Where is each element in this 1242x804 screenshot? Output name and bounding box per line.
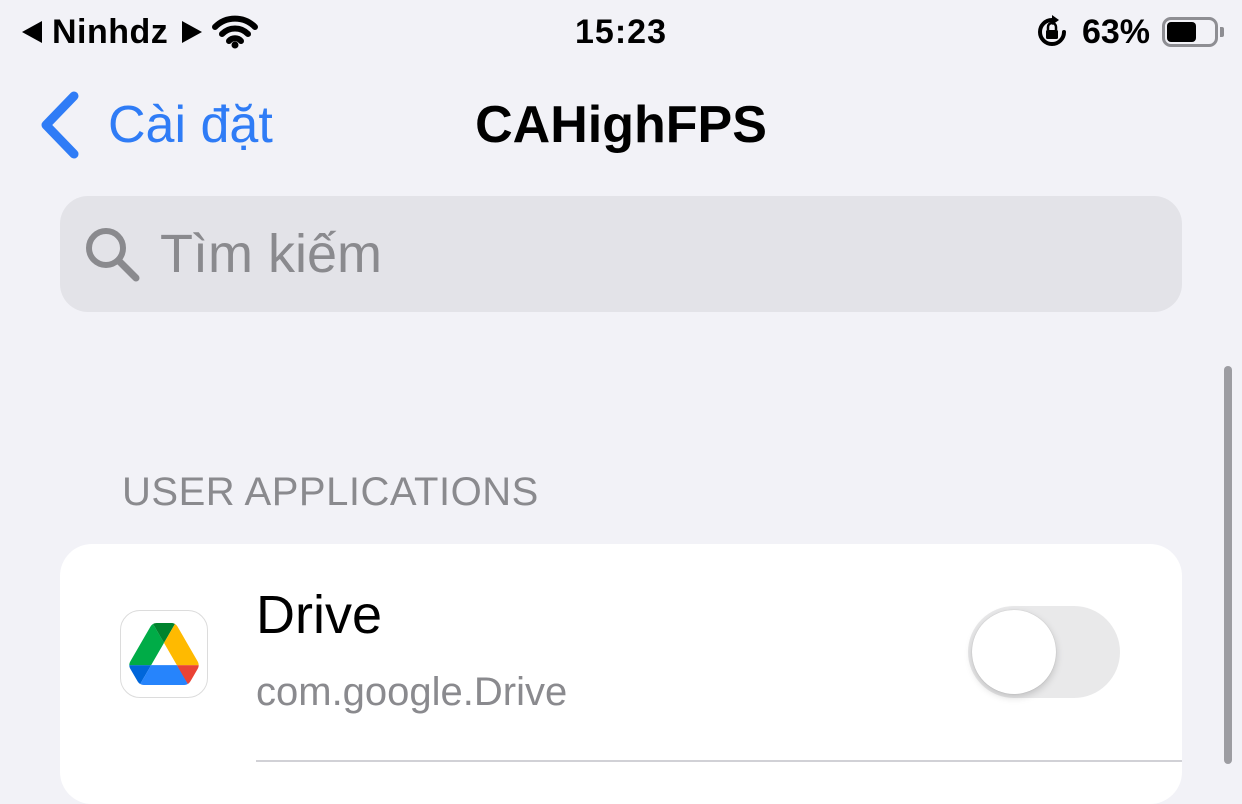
list-item[interactable]: Drive com.google.Drive [60,544,1182,762]
page-title: CAHighFPS [475,96,767,154]
battery-nub [1220,27,1224,37]
battery-fill [1167,22,1196,42]
battery-percent: 63% [1081,12,1150,51]
scrollbar[interactable] [1224,366,1232,764]
row-separator [256,760,1182,762]
battery-icon [1162,17,1224,47]
app-list-card: Drive com.google.Drive [60,544,1182,804]
orientation-lock-icon [1037,15,1066,46]
search-bar[interactable] [60,196,1182,312]
google-drive-icon [120,610,208,698]
app-name: Drive [256,585,383,645]
navigation-bar: Cài đặt CAHighFPS [0,70,1242,180]
status-bar-right: 63% [1034,10,1224,54]
section-header: USER APPLICATIONS [122,470,539,514]
status-bar: Ninhdz 15:23 63% [0,0,1242,64]
enable-toggle[interactable] [968,606,1120,698]
search-input[interactable] [160,214,1060,294]
app-bundle-id: com.google.Drive [256,670,568,714]
toggle-knob [972,610,1056,694]
search-icon [86,228,140,282]
